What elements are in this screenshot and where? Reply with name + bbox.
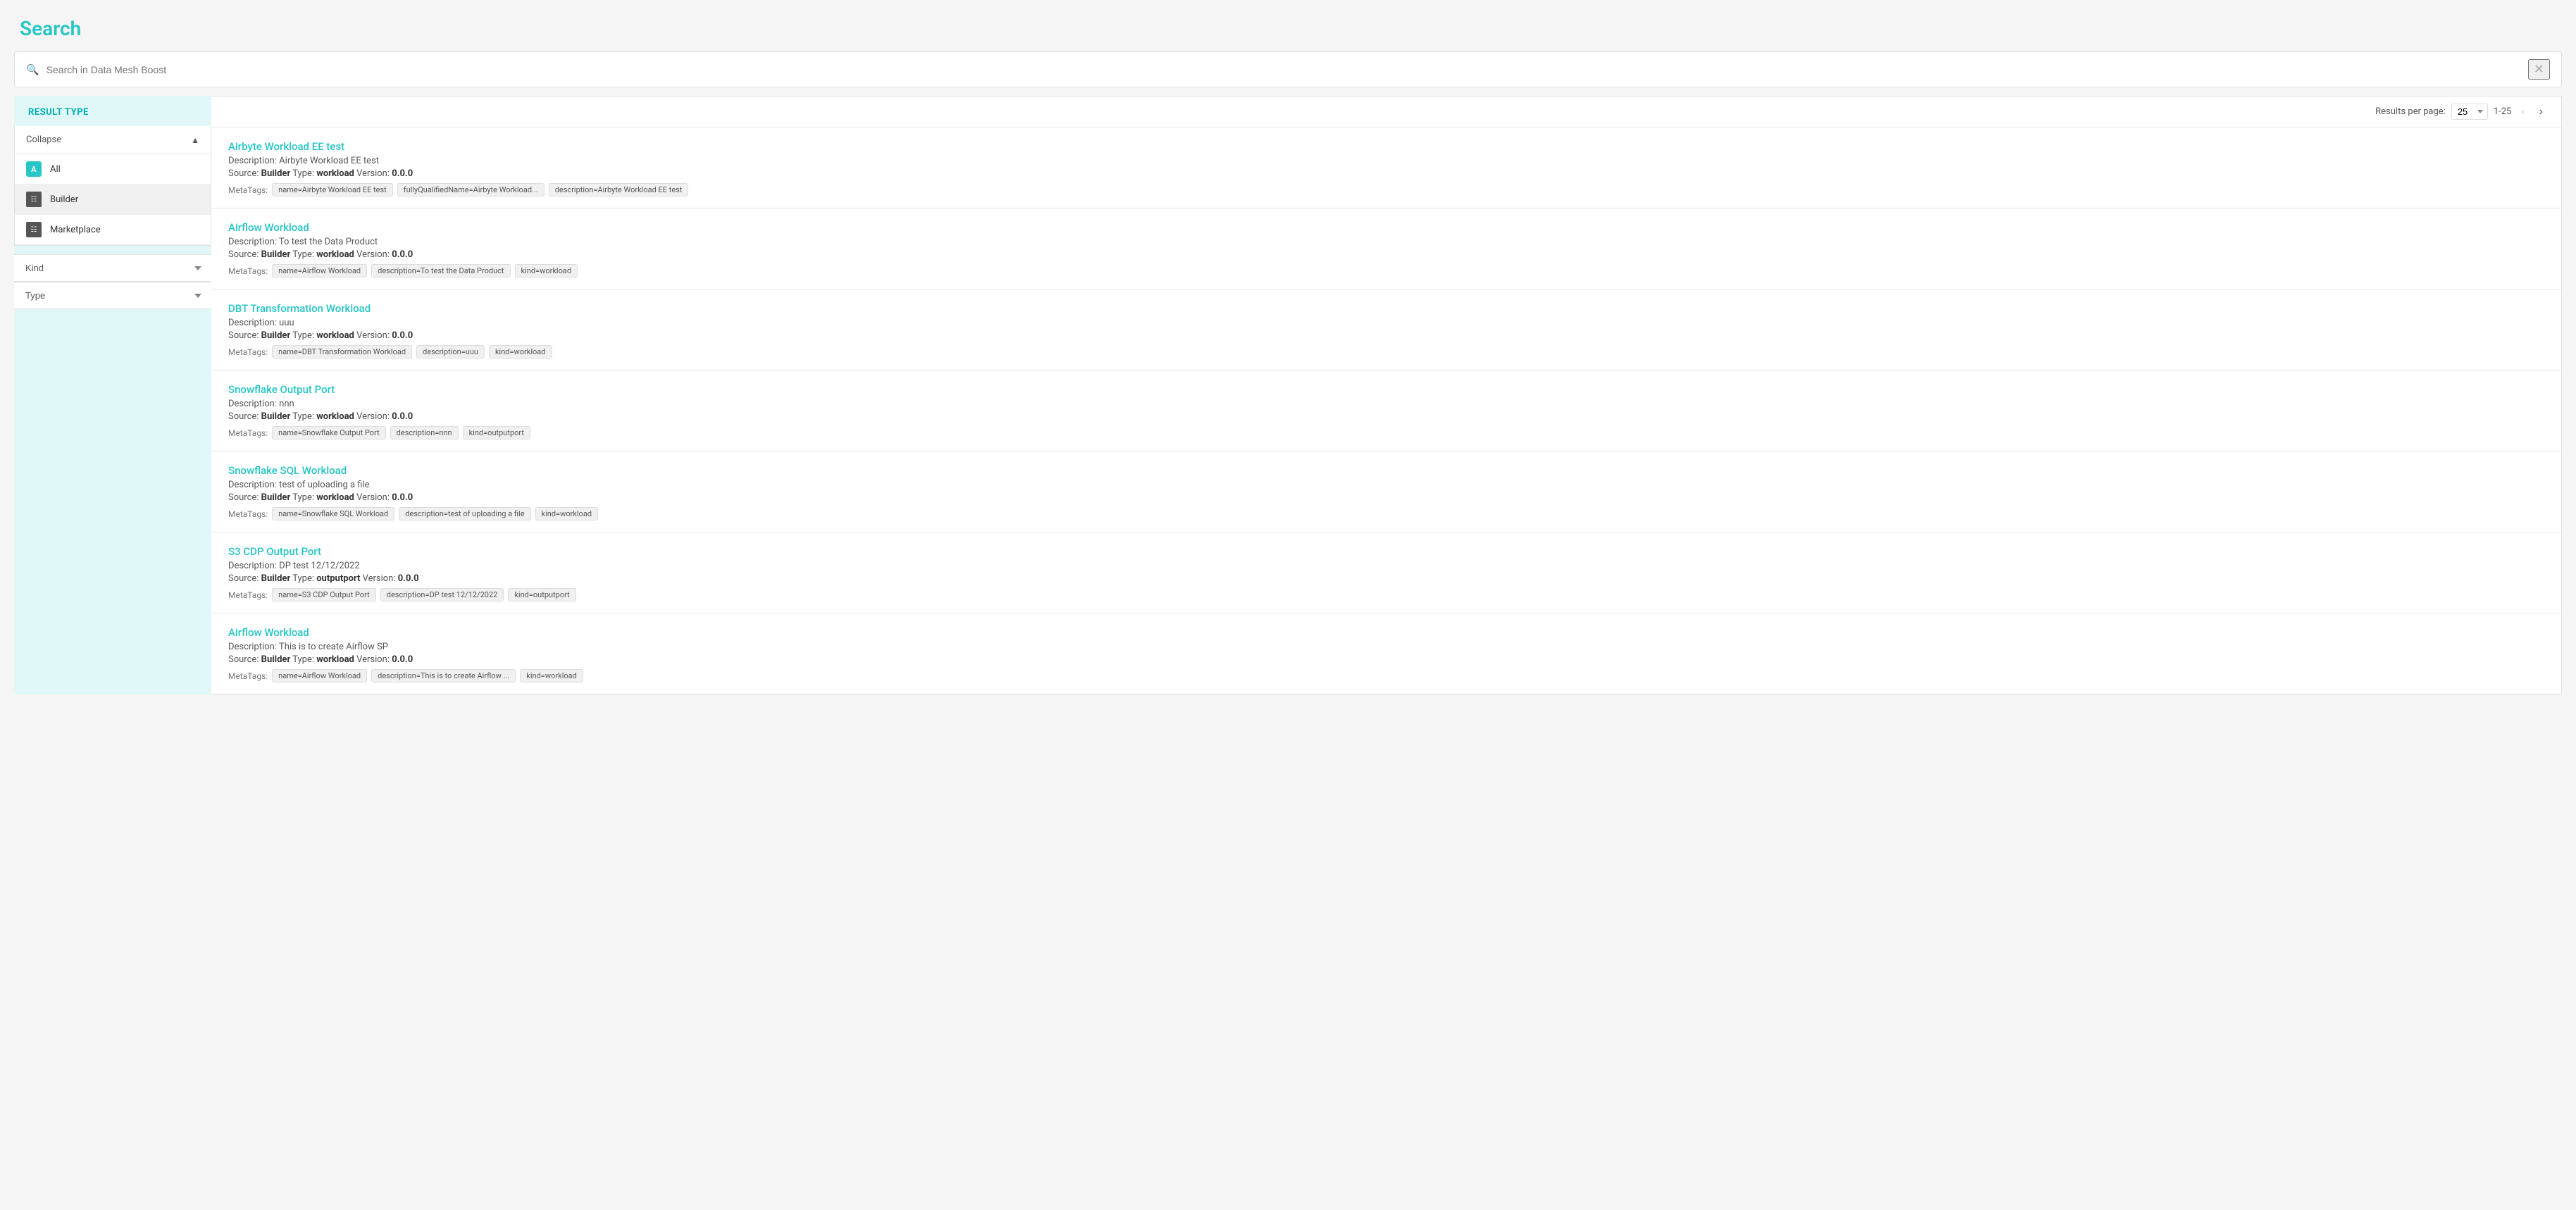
result-description: Description: nnn [228,399,2544,409]
builder-icon: ☷ [26,192,42,207]
result-title[interactable]: Snowflake Output Port [228,383,2544,396]
result-type-label: RESULT TYPE [28,107,197,118]
tag: name=Airflow Workload [272,669,367,682]
result-tags-row: MetaTags: name=DBT Transformation Worklo… [228,345,2544,358]
collapse-label: Collapse [26,135,61,145]
tag: name=DBT Transformation Workload [272,345,412,358]
result-tags-row: MetaTags: name=Airflow Workload descripti… [228,669,2544,682]
results-per-page-label: Results per page: [2375,106,2446,117]
meta-tags-label: MetaTags: [228,590,268,600]
sidebar: RESULT TYPE Collapse ▲ A All ☷ Builder ☷… [14,96,211,694]
meta-tags-label: MetaTags: [228,266,268,276]
result-meta: Source: Builder Type: workload Version: … [228,249,2544,260]
filter-marketplace-label: Marketplace [50,225,101,235]
tag: fullyQualifiedName=Airbyte Workload... [397,183,545,197]
tag: description=test of uploading a file [399,507,530,520]
result-item: Snowflake Output Port Description: nnn S… [211,370,2561,451]
tag: kind=workload [489,345,552,358]
tag: description=To test the Data Product [371,264,510,277]
tag: description=uuu [416,345,485,358]
tag: description=Airbyte Workload EE test [549,183,689,197]
tag: kind=workload [520,669,583,682]
result-tags-row: MetaTags: name=Snowflake Output Port desc… [228,426,2544,439]
result-meta: Source: Builder Type: workload Version: … [228,330,2544,341]
tag: description=DP test 12/12/2022 [380,588,504,601]
results-list: Airbyte Workload EE test Description: Ai… [211,127,2561,694]
result-item: S3 CDP Output Port Description: DP test … [211,532,2561,613]
kind-dropdown[interactable]: Kind [14,254,211,282]
prev-page-button[interactable]: ‹ [2517,104,2529,120]
meta-tags-label: MetaTags: [228,671,268,681]
tag: name=Airflow Workload [272,264,367,277]
result-tags-row: MetaTags: name=Airflow Workload descripti… [228,264,2544,277]
result-tags-row: MetaTags: name=Snowflake SQL Workload des… [228,507,2544,520]
tag: name=Airbyte Workload EE test [272,183,393,197]
chevron-up-icon: ▲ [191,135,199,145]
result-tags-row: MetaTags: name=Airbyte Workload EE test f… [228,183,2544,197]
search-close-button[interactable]: ✕ [2528,59,2550,80]
all-icon: A [26,161,42,177]
result-title[interactable]: Snowflake SQL Workload [228,464,2544,477]
result-meta: Source: Builder Type: workload Version: … [228,168,2544,179]
result-description: Description: Airbyte Workload EE test [228,156,2544,166]
results-area: Results per page: 25 50 100 1-25 ‹ › Air… [211,96,2562,694]
collapse-row[interactable]: Collapse ▲ [15,126,211,154]
tag: name=S3 CDP Output Port [272,588,376,601]
result-meta: Source: Builder Type: outputport Version… [228,573,2544,584]
tag: name=Snowflake Output Port [272,426,386,439]
result-tags-row: MetaTags: name=S3 CDP Output Port descrip… [228,588,2544,601]
filter-item-all[interactable]: A All [15,154,211,185]
result-title[interactable]: Airbyte Workload EE test [228,140,2544,153]
tag: description=nnn [390,426,459,439]
tag: name=Snowflake SQL Workload [272,507,394,520]
filter-item-marketplace[interactable]: ☷ Marketplace [15,215,211,245]
tag: kind=workload [515,264,578,277]
result-meta: Source: Builder Type: workload Version: … [228,411,2544,422]
result-description: Description: DP test 12/12/2022 [228,561,2544,571]
type-dropdown[interactable]: Type [14,282,211,309]
next-page-button[interactable]: › [2535,104,2547,120]
results-per-page-select[interactable]: 25 50 100 [2451,104,2488,120]
result-description: Description: uuu [228,318,2544,328]
tag: kind=workload [535,507,599,520]
result-item: Snowflake SQL Workload Description: test… [211,451,2561,532]
result-description: Description: To test the Data Product [228,237,2544,247]
marketplace-icon: ☷ [26,222,42,237]
search-icon: 🔍 [26,63,39,76]
result-item: Airbyte Workload EE test Description: Ai… [211,127,2561,208]
search-bar: 🔍 ✕ [14,51,2562,87]
result-description: Description: test of uploading a file [228,480,2544,490]
result-title[interactable]: DBT Transformation Workload [228,302,2544,315]
meta-tags-label: MetaTags: [228,428,268,438]
meta-tags-label: MetaTags: [228,347,268,357]
result-description: Description: This is to create Airflow S… [228,642,2544,652]
results-header: Results per page: 25 50 100 1-25 ‹ › [211,96,2561,127]
meta-tags-label: MetaTags: [228,509,268,519]
page-title: Search [0,0,2576,51]
result-meta: Source: Builder Type: workload Version: … [228,492,2544,503]
result-item: Airflow Workload Description: To test th… [211,208,2561,289]
result-title[interactable]: Airflow Workload [228,221,2544,234]
result-meta: Source: Builder Type: workload Version: … [228,654,2544,665]
tag: kind=outputport [508,588,575,601]
tag: description=This is to create Airflow ..… [371,669,516,682]
sidebar-header: RESULT TYPE [14,96,211,126]
filter-builder-label: Builder [50,194,78,205]
result-item: DBT Transformation Workload Description:… [211,289,2561,370]
search-input[interactable] [46,64,2528,75]
results-range: 1-25 [2494,106,2512,117]
meta-tags-label: MetaTags: [228,185,268,195]
result-title[interactable]: S3 CDP Output Port [228,545,2544,558]
result-item: Airflow Workload Description: This is to… [211,613,2561,694]
filter-item-builder[interactable]: ☷ Builder [15,185,211,215]
tag: kind=outputport [463,426,530,439]
result-title[interactable]: Airflow Workload [228,626,2544,639]
filter-all-label: All [50,164,61,175]
